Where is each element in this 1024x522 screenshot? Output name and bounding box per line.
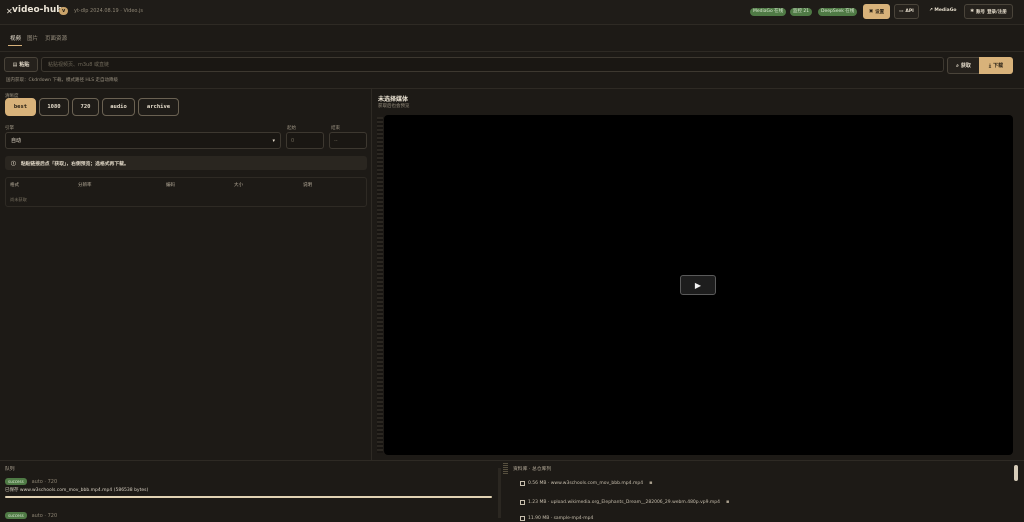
trash-icon[interactable]: ▪ (726, 499, 729, 505)
tab-video[interactable]: 视频 (10, 34, 21, 42)
download-label: 下载 (993, 63, 1004, 69)
library-item-text: 0.56 MB · www.w3schools.com_mov_bbb.mp4.… (528, 480, 644, 486)
col-size: 大小 (234, 183, 243, 188)
api-button[interactable]: ▭ API (894, 4, 919, 19)
engine-label: 引擎 (5, 126, 14, 131)
file-icon (520, 480, 525, 486)
progress-bar (5, 496, 492, 498)
download-button[interactable]: ⤓ 下载 (979, 57, 1013, 74)
mediago-link-label: MediaGo (934, 8, 957, 13)
settings-label: 设置 (875, 9, 885, 15)
library-item[interactable]: 1.23 MB · upload.wikimedia.org_Elephants… (520, 499, 729, 505)
library-item[interactable]: 0.56 MB · www.w3schools.com_mov_bbb.mp4.… (520, 480, 652, 486)
col-notes: 说明 (303, 183, 312, 188)
external-link-icon: ↗ (929, 8, 933, 13)
queue-item-meta: auto · 720 (31, 513, 58, 519)
divider (0, 51, 1024, 52)
settings-button[interactable]: ▣ 设置 (863, 4, 890, 19)
file-icon (520, 516, 525, 521)
preset-audio[interactable]: audio (102, 98, 135, 116)
user-icon: ✱ (970, 9, 975, 14)
info-icon: ⓘ (11, 161, 16, 167)
engine-value: 自动 (11, 138, 22, 144)
chevron-down-icon: ▾ (272, 137, 275, 144)
end-input[interactable] (329, 132, 367, 149)
status-pill-mediago: MediaGo 在线 (750, 8, 787, 16)
login-sub-label: 登录/注册 (987, 9, 1007, 15)
tab-images[interactable]: 图片 (27, 34, 38, 42)
trash-icon[interactable]: ▪ (649, 480, 652, 486)
engine-select[interactable]: 自动 ▾ (5, 132, 281, 149)
status-badge: success (5, 512, 27, 519)
status-pill-monitor: 监控 21 (790, 8, 813, 16)
tab-page-resources[interactable]: 页面资源 (45, 34, 67, 42)
col-resolution: 分辨率 (78, 183, 92, 188)
resize-handle[interactable] (377, 117, 383, 453)
queue-title: 队列 (5, 467, 15, 472)
queue-item-message: 已保存 www.w3schools.com_mov_bbb.mp4.mp4 (5… (5, 488, 149, 493)
drag-handle-icon[interactable] (503, 463, 508, 475)
url-input[interactable] (41, 57, 944, 72)
info-notice: ⓘ 粘贴链接后点「获取」，右侧预览；选格式再下载。 (5, 156, 367, 170)
api-label: API (905, 9, 914, 14)
download-icon: ⤓ (988, 62, 992, 69)
play-icon: ▶ (694, 280, 702, 290)
queue-item[interactable]: success auto · 720 已保存 www.w3schools.com… (5, 478, 496, 498)
start-input[interactable] (286, 132, 324, 149)
col-codec: 编码 (166, 183, 175, 188)
preset-1080[interactable]: 1080 (39, 98, 69, 116)
login-label: 账号 (976, 9, 986, 15)
table-empty-row: 尚未获取 (10, 197, 27, 202)
search-icon: ⌕ (956, 62, 959, 69)
preview-title: 未选择媒体 (378, 96, 409, 103)
app-subtitle: yt-dlp 2024.08.19 · Video.js (74, 8, 143, 14)
settings-icon: ▣ (868, 9, 874, 14)
preview-subtitle: 获取后也会预览 (378, 104, 410, 109)
library-scrollbar[interactable] (1014, 465, 1018, 481)
paste-button[interactable]: ▤ 粘贴 (4, 57, 38, 72)
queue-item-meta: auto · 720 (31, 479, 58, 485)
mediago-link[interactable]: ↗ MediaGo (929, 8, 956, 13)
panel-divider (371, 89, 372, 460)
api-icon: ▭ (899, 9, 904, 14)
library-item-text: 1.23 MB · upload.wikimedia.org_Elephants… (528, 499, 720, 505)
notice-text: 粘贴链接后点「获取」，右侧预览；选格式再下载。 (20, 161, 129, 167)
library-item[interactable]: 11.90 MB · sample-mp4-mp4 (520, 516, 593, 521)
queue-item[interactable]: success auto · 720 (5, 512, 496, 519)
formats-table (5, 177, 367, 207)
preset-720[interactable]: 720 (72, 98, 99, 116)
end-label: 结束 (331, 126, 340, 131)
preset-best[interactable]: best (5, 98, 36, 116)
app-title: video-hub (12, 5, 63, 15)
status-badge: success (5, 478, 27, 485)
clipboard-icon: ▤ (12, 61, 18, 68)
url-hint: 国内获取：Ckdrdown 下载，模式路径 HLS 走自动降级 (6, 78, 119, 83)
status-pill-deepseek: DeepSeek 在线 (818, 8, 858, 16)
library-item-text: 11.90 MB · sample-mp4-mp4 (528, 516, 594, 521)
divider (0, 88, 1024, 89)
library-title: 资料库 · 总仓库列 (513, 467, 552, 472)
queue-scrollbar[interactable] (498, 468, 501, 518)
file-icon (520, 499, 525, 505)
fetch-button[interactable]: ⌕ 获取 (947, 57, 979, 74)
start-label: 起始 (287, 126, 296, 131)
col-format: 格式 (10, 183, 19, 188)
play-button[interactable]: ▶ (680, 275, 716, 295)
paste-label: 粘贴 (19, 62, 30, 68)
preset-archive[interactable]: archive (138, 98, 179, 116)
divider (0, 460, 1024, 461)
login-button[interactable]: ✱ 账号 登录/注册 (964, 4, 1013, 19)
fetch-label: 获取 (960, 63, 971, 69)
active-tab-indicator (8, 45, 22, 46)
